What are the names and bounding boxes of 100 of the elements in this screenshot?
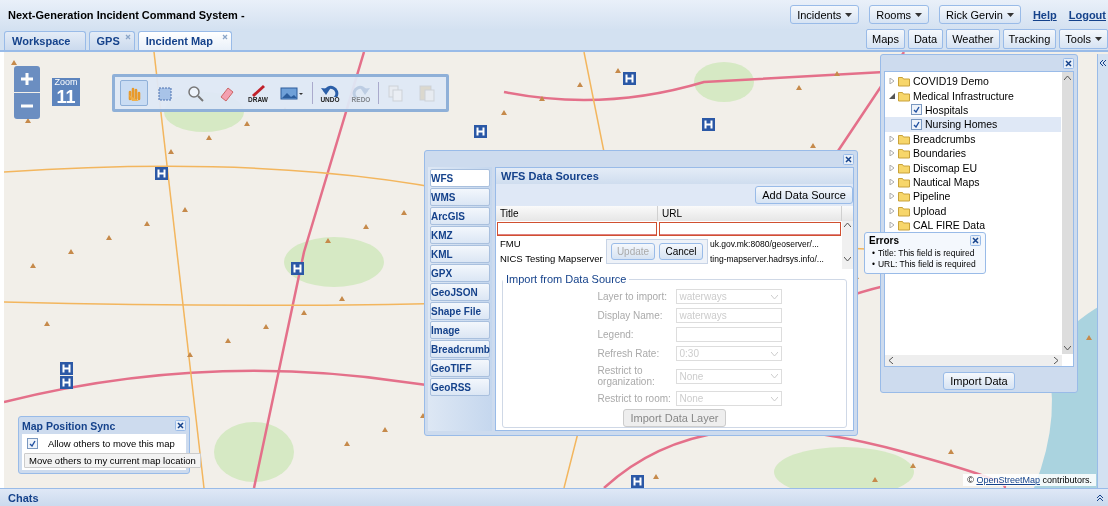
tab-close-icon[interactable] xyxy=(220,33,229,41)
move-others-button[interactable]: Move others to my current map location xyxy=(24,453,201,468)
checkbox-label: Allow others to move this map xyxy=(48,438,175,449)
folder-icon xyxy=(898,161,910,174)
hospital-marker-icon xyxy=(631,475,644,488)
zoom-in-button[interactable] xyxy=(14,66,40,92)
add-source-button[interactable]: Add Data Source xyxy=(755,186,853,204)
caret-icon xyxy=(1006,12,1014,17)
scroll-right-icon[interactable] xyxy=(1054,357,1058,364)
menu-button[interactable]: Rooms xyxy=(869,5,930,24)
picture-icon xyxy=(280,84,304,102)
expand-icon[interactable] xyxy=(1096,493,1104,502)
checkbox[interactable] xyxy=(911,104,922,116)
expand-arrow-icon[interactable] xyxy=(889,207,895,214)
caret-icon xyxy=(1095,37,1102,41)
scroll-down-icon[interactable] xyxy=(844,257,851,261)
tab[interactable]: Workspace xyxy=(4,31,86,50)
scroll-up-icon[interactable] xyxy=(1064,76,1071,80)
editor-button[interactable]: Cancel xyxy=(659,243,703,260)
import-data-button[interactable]: Import Data xyxy=(943,372,1015,390)
tree-folder[interactable]: Upload xyxy=(885,203,1061,218)
field-label: Display Name: xyxy=(597,310,664,321)
source-tab[interactable]: WFS xyxy=(430,169,490,187)
hospital-marker-icon xyxy=(702,118,715,131)
map-menu-button[interactable]: Tools xyxy=(1059,29,1108,49)
error-message: Title: This field is required xyxy=(878,248,975,259)
close-icon[interactable] xyxy=(970,235,981,246)
expand-arrow-icon[interactable] xyxy=(889,135,895,142)
folder-icon xyxy=(898,147,910,160)
folder-icon xyxy=(898,204,910,217)
header-link[interactable]: Logout xyxy=(1068,8,1106,21)
folder-icon xyxy=(898,75,910,88)
tree-item[interactable]: Hospitals xyxy=(885,102,1061,118)
source-tab[interactable]: Breadcrumb xyxy=(430,340,490,358)
zoom-level: 11 xyxy=(56,87,76,108)
tree-folder[interactable]: COVID19 Demo xyxy=(885,74,1061,89)
hospital-marker-icon xyxy=(60,362,73,375)
editor-field[interactable] xyxy=(659,222,841,236)
menu-button[interactable]: Incidents xyxy=(790,5,860,24)
hospital-marker-icon xyxy=(474,125,487,138)
tree-folder[interactable]: Discomap EU xyxy=(885,160,1061,175)
tree-folder[interactable]: Pipeline xyxy=(885,189,1061,204)
checkbox[interactable] xyxy=(911,118,922,130)
close-icon[interactable] xyxy=(843,153,854,165)
field-label: Refresh Rate: xyxy=(597,348,661,359)
column-header[interactable]: URL xyxy=(658,206,842,221)
source-tab[interactable]: WMS xyxy=(430,188,490,206)
expand-arrow-icon[interactable] xyxy=(889,193,895,200)
tree-folder[interactable]: Breadcrumbs xyxy=(885,131,1061,146)
map-menu-button[interactable]: Maps xyxy=(866,29,905,49)
source-tab[interactable]: GeoJSON xyxy=(430,283,490,301)
source-tab[interactable]: KML xyxy=(430,245,490,263)
table-cell: FMU xyxy=(500,238,521,249)
field-label: Restrict to room: xyxy=(597,393,672,404)
source-tab[interactable]: GPX xyxy=(430,264,490,282)
header-link[interactable]: Help xyxy=(1032,8,1057,21)
folder-icon xyxy=(898,175,910,188)
expand-icon[interactable] xyxy=(1099,60,1107,66)
expand-arrow-icon[interactable] xyxy=(889,150,895,157)
hospital-marker-icon xyxy=(155,167,168,180)
tree-folder[interactable]: Medical Infrastructure xyxy=(885,88,1061,103)
zoom-out-button[interactable] xyxy=(14,93,40,119)
scroll-left-icon[interactable] xyxy=(889,357,893,364)
expand-arrow-icon[interactable] xyxy=(889,78,895,85)
expand-arrow-icon[interactable] xyxy=(889,222,895,229)
source-tab[interactable]: GeoRSS xyxy=(430,378,490,396)
source-tab[interactable]: GeoTIFF xyxy=(430,359,490,377)
map-menu-button[interactable]: Data xyxy=(907,29,944,49)
tree-folder[interactable]: Nautical Maps xyxy=(885,174,1061,190)
expand-arrow-icon[interactable] xyxy=(889,164,895,171)
attribution-link[interactable]: OpenStreetMap xyxy=(976,475,1040,485)
source-tab[interactable]: Image xyxy=(430,321,490,339)
source-tab[interactable]: ArcGIS xyxy=(430,207,490,225)
folder-icon xyxy=(898,132,910,145)
map-menu-button[interactable]: Tracking xyxy=(1002,29,1057,49)
app-title: Next-Generation Incident Command System - xyxy=(8,8,246,21)
tree-folder[interactable]: CAL FIRE Data xyxy=(885,217,1061,233)
tab[interactable]: GPS xyxy=(88,31,135,50)
close-icon[interactable] xyxy=(1063,57,1074,69)
scroll-up-icon[interactable] xyxy=(844,223,851,227)
map-menu-button[interactable]: Weather xyxy=(946,29,1000,49)
field-label: Layer to import: xyxy=(597,291,668,302)
checkbox[interactable] xyxy=(27,438,38,449)
tree-folder[interactable]: Boundaries xyxy=(885,145,1061,161)
tree-item[interactable]: Nursing Homes xyxy=(885,117,1061,132)
source-tab[interactable]: KMZ xyxy=(430,226,490,244)
folder-icon xyxy=(898,89,910,102)
attribution-text: © OpenStreetMap contributors. xyxy=(967,475,1092,485)
close-icon[interactable] xyxy=(175,420,186,431)
menu-button[interactable]: Rick Gervin xyxy=(939,5,1021,24)
scroll-down-icon[interactable] xyxy=(1064,346,1071,350)
folder-icon xyxy=(898,190,910,203)
expand-arrow-icon[interactable] xyxy=(889,178,895,185)
source-tab[interactable]: Shape File xyxy=(430,302,490,320)
collapse-arrow-icon[interactable] xyxy=(889,92,895,99)
column-header[interactable]: Title xyxy=(496,206,658,221)
hospital-marker-icon xyxy=(60,376,73,389)
error-message: URL: This field is required xyxy=(878,259,976,270)
editor-field[interactable] xyxy=(497,222,657,236)
tab[interactable]: Incident Map xyxy=(137,31,232,50)
